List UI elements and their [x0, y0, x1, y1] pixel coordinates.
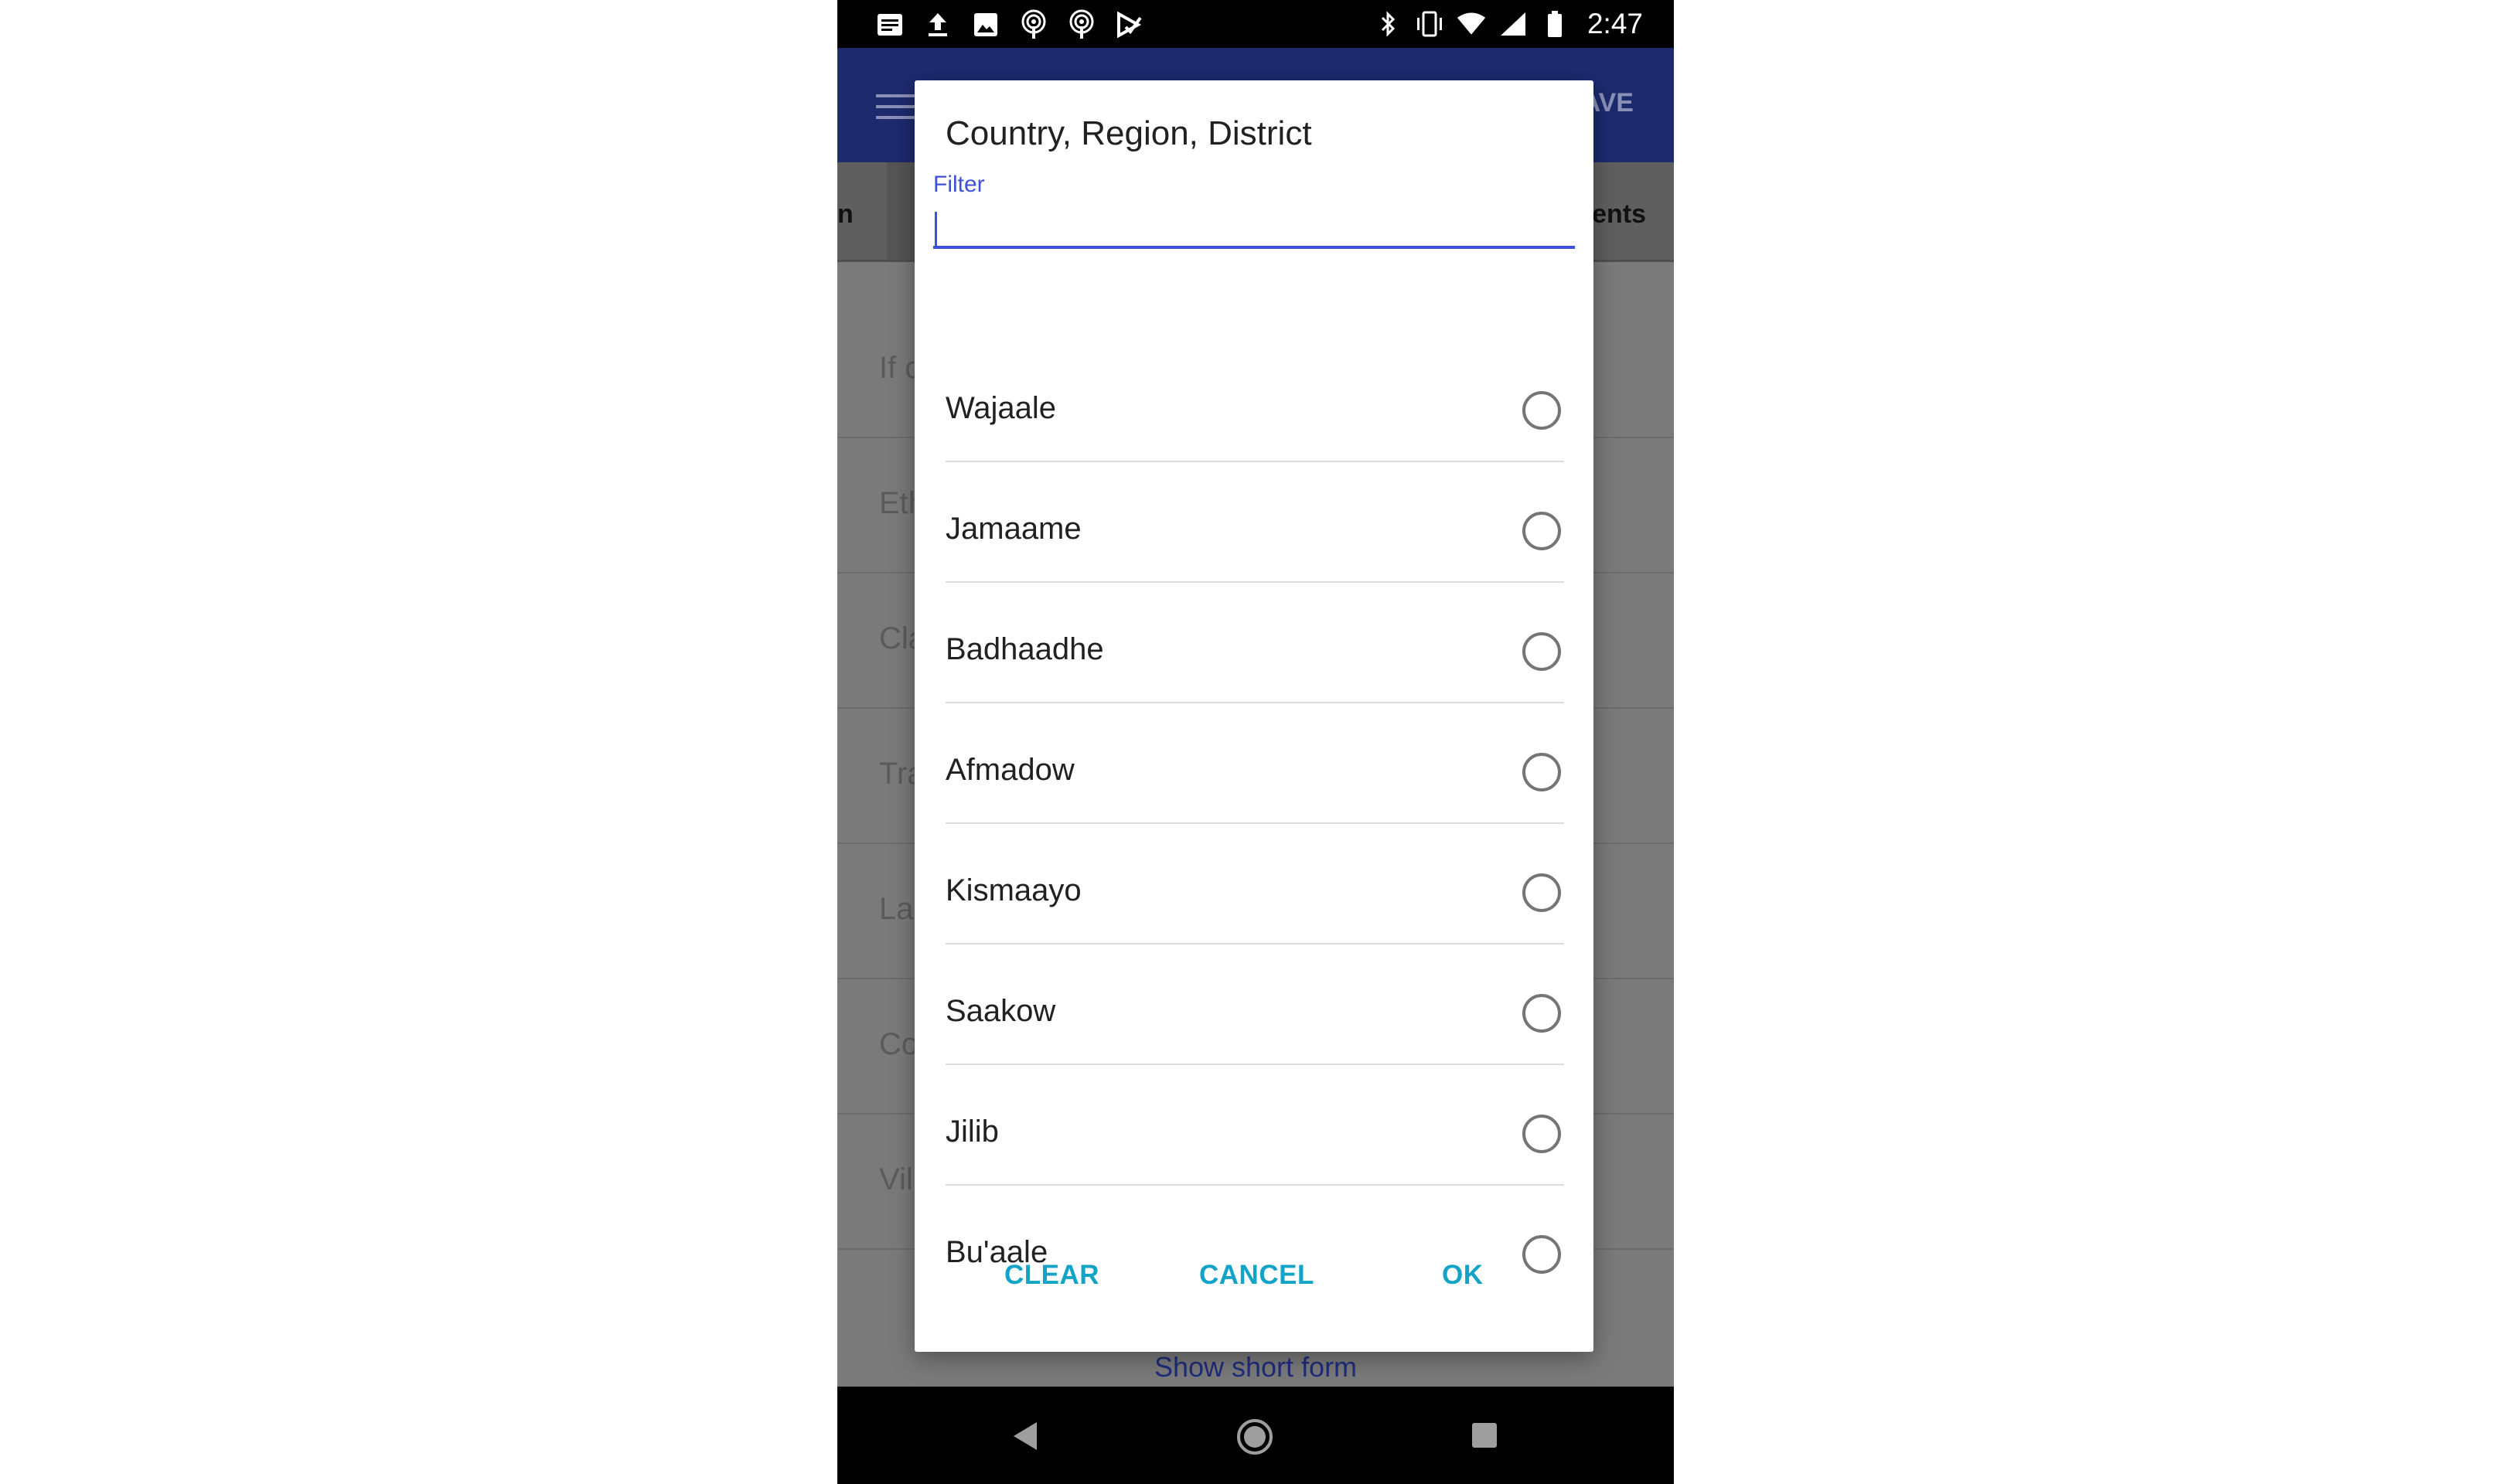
hamburger-menu-icon[interactable]	[876, 91, 918, 122]
item-label: Afmadow	[946, 753, 1075, 787]
ok-button[interactable]: OK	[1442, 1260, 1484, 1291]
clock-time: 2:47	[1586, 8, 1643, 39]
item-label: Saakow	[946, 994, 1056, 1028]
battery-icon	[1539, 9, 1570, 39]
tab-divider	[887, 162, 918, 260]
system-status-icons: 2:47	[1372, 8, 1643, 40]
radio-button[interactable]	[1522, 753, 1561, 791]
background-row-label: Vil	[879, 1162, 913, 1196]
cancel-button[interactable]: CANCEL	[1199, 1260, 1314, 1291]
text-cursor	[935, 212, 937, 246]
wifi-icon	[1456, 9, 1487, 39]
tab-partial-right[interactable]: ents	[1592, 199, 1646, 230]
podcast-icon-2	[1066, 9, 1097, 40]
filter-input[interactable]	[933, 206, 1575, 249]
back-icon[interactable]	[1012, 1421, 1040, 1455]
background-row-label: Co	[879, 1027, 919, 1061]
phone-screen: 2:47 SAVE n ents If c Eth Cla Tra La Co …	[837, 0, 1674, 1484]
clear-button[interactable]: CLEAR	[1004, 1260, 1099, 1291]
radio-button[interactable]	[1522, 873, 1561, 912]
item-label: Jilib	[946, 1115, 999, 1149]
list-item[interactable]: Saakow	[946, 945, 1564, 1065]
radio-button[interactable]	[1522, 632, 1561, 671]
item-label: Wajaale	[946, 391, 1057, 425]
list-item[interactable]: Wajaale	[946, 342, 1564, 462]
cell-signal-icon	[1498, 9, 1529, 39]
bluetooth-icon	[1372, 9, 1403, 39]
background-row-label: La	[879, 892, 914, 926]
selection-dialog: Country, Region, District Filter Wajaale…	[915, 80, 1593, 1352]
option-list[interactable]: Wajaale Jamaame Badhaadhe Afmadow Kismaa…	[915, 342, 1593, 1278]
list-item[interactable]: Kismaayo	[946, 824, 1564, 945]
radio-button[interactable]	[1522, 512, 1561, 550]
list-item[interactable]: Jilib	[946, 1065, 1564, 1186]
navigation-bar	[837, 1387, 1674, 1484]
recents-icon[interactable]	[1472, 1423, 1497, 1448]
upload-icon	[922, 9, 953, 40]
vibrate-icon	[1414, 9, 1445, 39]
item-label: Kismaayo	[946, 873, 1082, 907]
filter-label: Filter	[933, 172, 985, 197]
home-icon[interactable]	[1235, 1418, 1274, 1460]
list-item[interactable]: Afmadow	[946, 703, 1564, 824]
list-item[interactable]: Badhaadhe	[946, 583, 1564, 703]
dialog-title: Country, Region, District	[946, 114, 1312, 152]
podcast-icon	[1018, 9, 1049, 40]
news-icon	[874, 9, 905, 40]
radio-button[interactable]	[1522, 994, 1561, 1033]
radio-button[interactable]	[1522, 1115, 1561, 1153]
image-icon	[970, 9, 1001, 40]
dialog-actions: CLEAR CANCEL OK	[915, 1260, 1593, 1306]
tab-partial-left[interactable]: n	[837, 199, 854, 230]
notification-icons	[874, 9, 1145, 40]
item-label: Badhaadhe	[946, 632, 1104, 666]
radio-button[interactable]	[1522, 391, 1561, 430]
item-label: Jamaame	[946, 512, 1082, 546]
play-store-icon	[1114, 9, 1145, 40]
status-bar: 2:47	[837, 0, 1674, 48]
list-item[interactable]: Jamaame	[946, 462, 1564, 583]
